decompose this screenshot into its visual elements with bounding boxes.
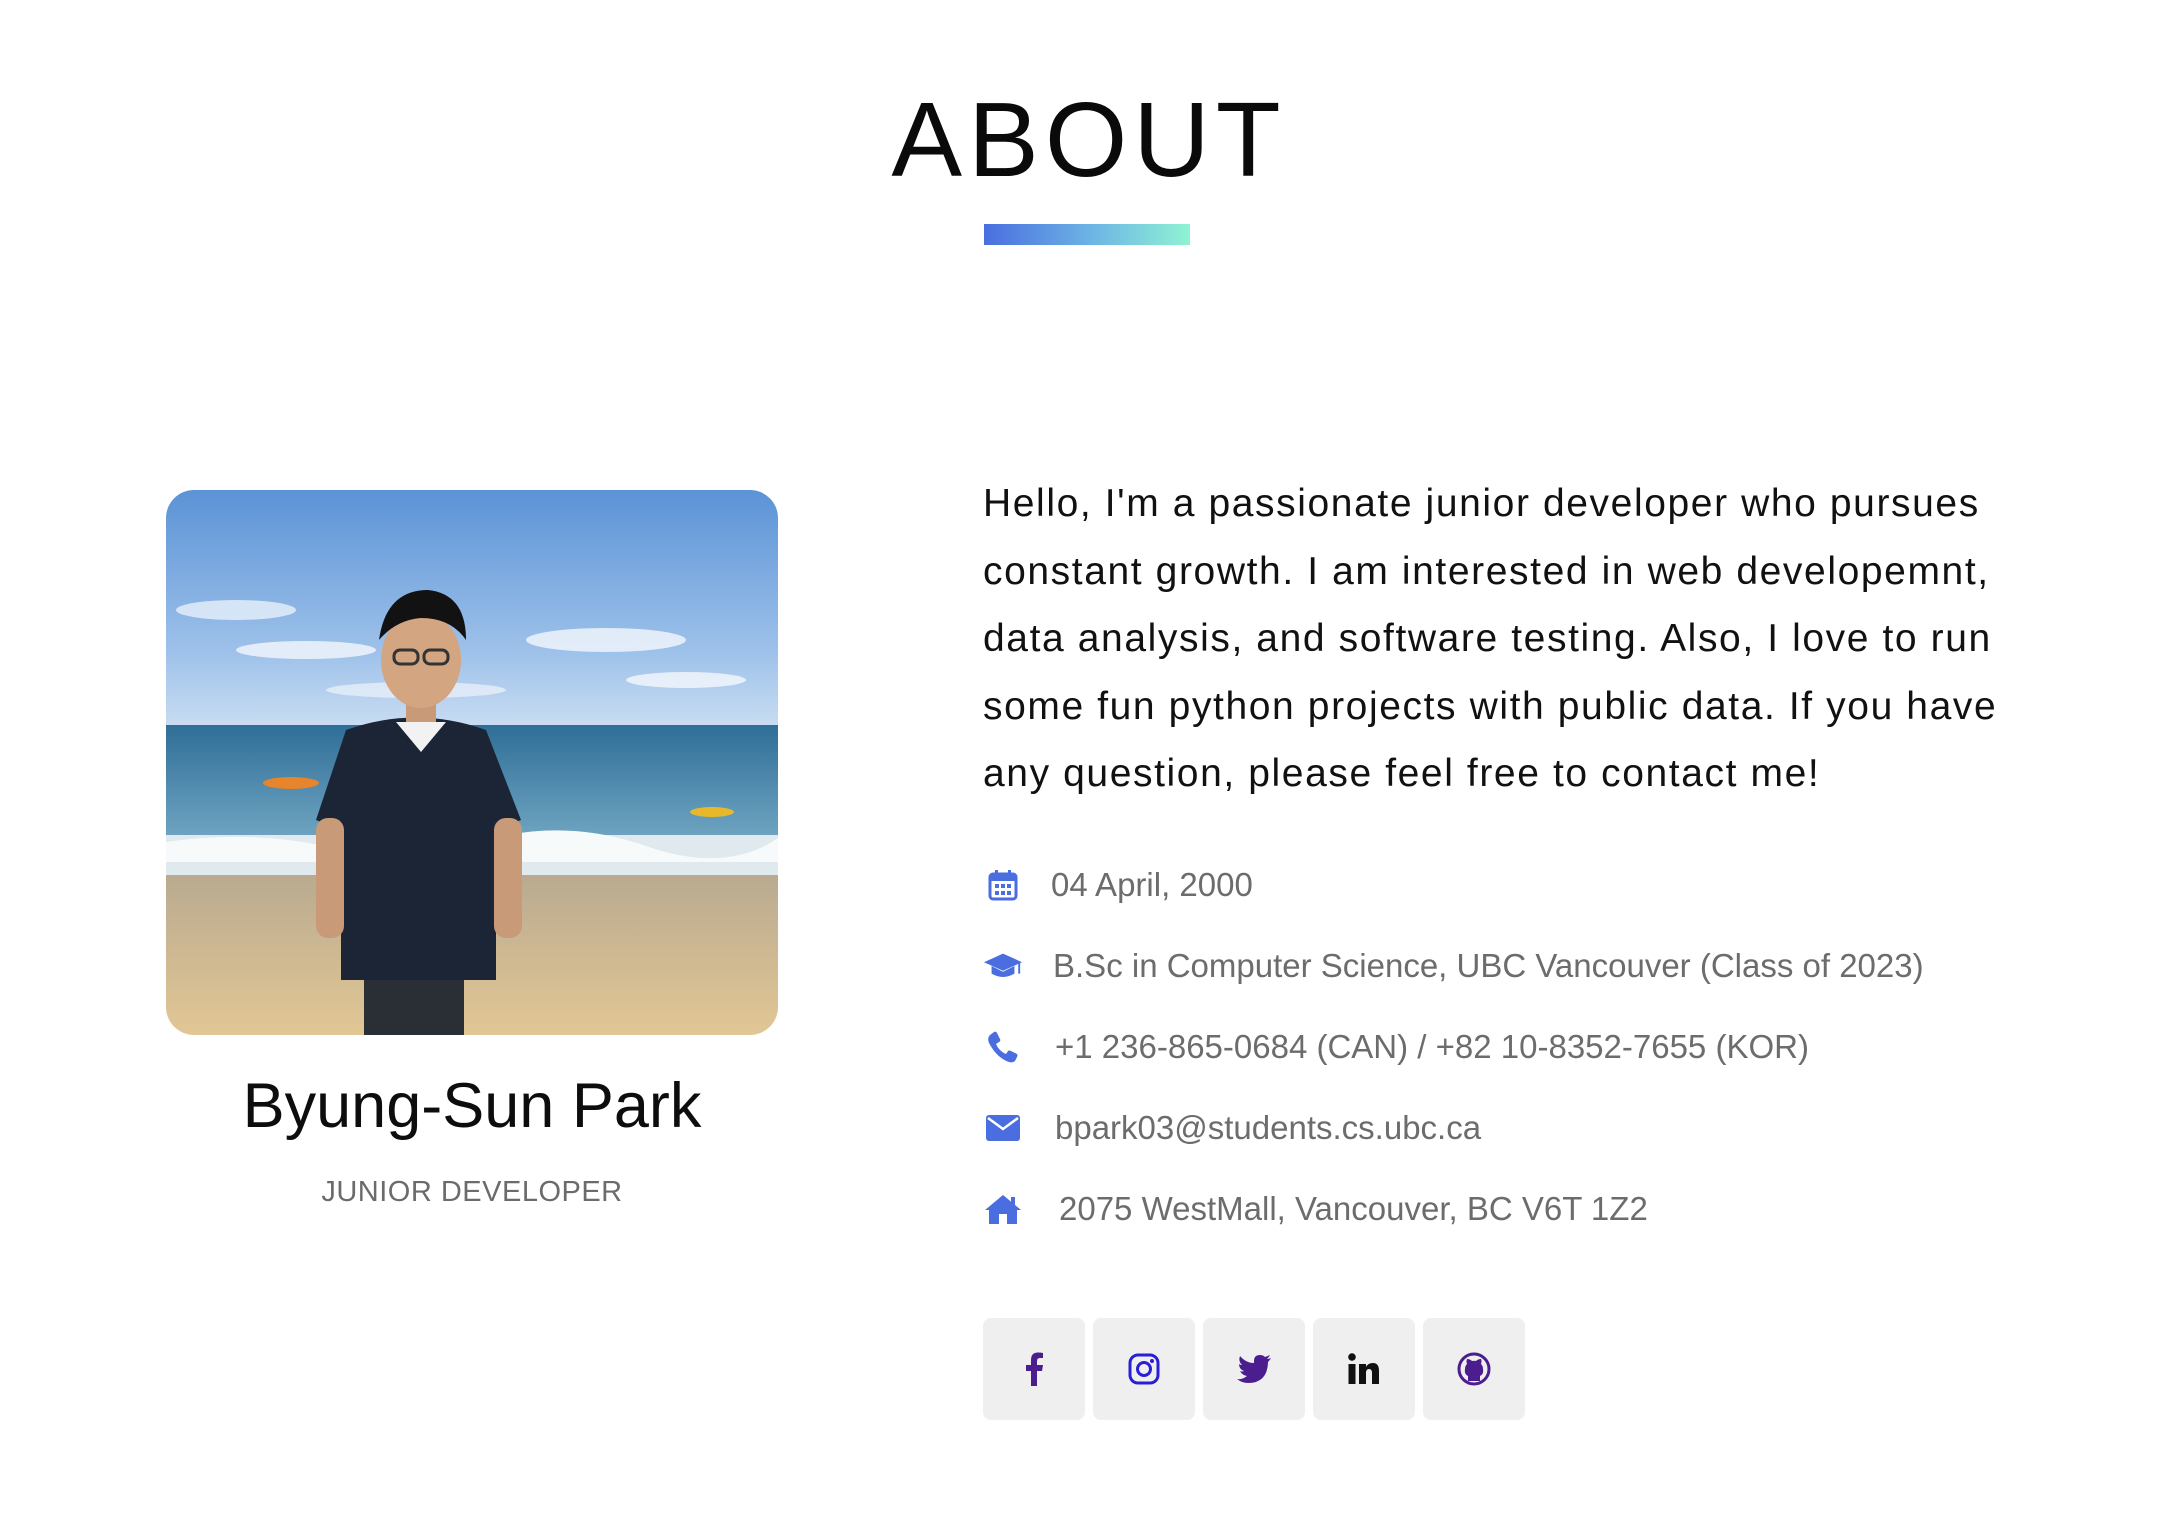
bio-text: Hello, I'm a passionate junior developer… [983, 482, 1998, 795]
profile-role: JUNIOR DEVELOPER [321, 1176, 623, 1208]
info-item-address: 2075 WestMall, Vancouver, BC V6T 1Z2 [983, 1184, 1648, 1234]
info-education-text: B.Sc in Computer Science, UBC Vancouver … [1053, 947, 1924, 984]
profile-photo [166, 490, 778, 1035]
info-birthday-text: 04 April, 2000 [1051, 866, 1253, 903]
info-address-text: 2075 WestMall, Vancouver, BC V6T 1Z2 [1059, 1190, 1648, 1227]
graduation-cap-icon [983, 946, 1023, 986]
info-phone-text: +1 236-865-0684 (CAN) / +82 10-8352-7655… [1055, 1028, 1809, 1065]
github-icon [1457, 1352, 1491, 1386]
github-button[interactable] [1423, 1318, 1525, 1420]
facebook-button[interactable] [983, 1318, 1085, 1420]
info-item-education: B.Sc in Computer Science, UBC Vancouver … [983, 941, 1924, 991]
instagram-icon [1128, 1353, 1160, 1385]
envelope-icon [983, 1108, 1023, 1148]
profile-name: Byung-Sun Park [242, 1071, 702, 1141]
linkedin-icon [1348, 1353, 1380, 1385]
info-item-email: bpark03@students.cs.ubc.ca [983, 1103, 1481, 1153]
linkedin-button[interactable] [1313, 1318, 1415, 1420]
section-title: ABOUT [891, 81, 1287, 199]
twitter-button[interactable] [1203, 1318, 1305, 1420]
facebook-icon [1024, 1352, 1044, 1386]
info-item-phone: +1 236-865-0684 (CAN) / +82 10-8352-7655… [983, 1022, 1809, 1072]
info-email-text: bpark03@students.cs.ubc.ca [1055, 1109, 1482, 1146]
info-item-birthday: 04 April, 2000 [983, 860, 1253, 910]
home-icon [983, 1189, 1023, 1229]
calendar-icon [983, 865, 1023, 905]
instagram-button[interactable] [1093, 1318, 1195, 1420]
title-underline [984, 224, 1190, 245]
phone-icon [983, 1027, 1023, 1067]
twitter-icon [1236, 1354, 1272, 1384]
